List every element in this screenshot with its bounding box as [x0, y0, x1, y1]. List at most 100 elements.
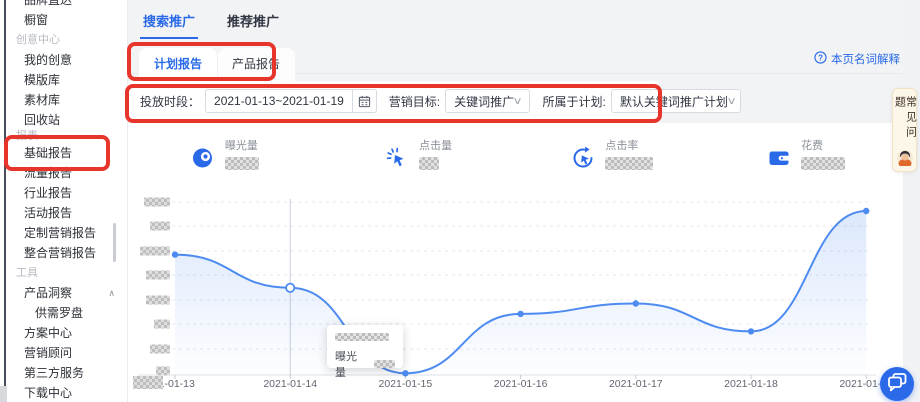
right-gutter [903, 0, 920, 402]
tooltip-date-blurred [335, 333, 389, 341]
app-window: 品牌直达橱窗创意中心我的创意模版库素材库回收站报表基础报告流量报告行业报告活动报… [0, 0, 920, 402]
sidebar-item-13[interactable]: 整合营销报告 [6, 243, 127, 263]
tab-product-report[interactable]: 产品报告 [217, 48, 295, 81]
support-avatar [897, 150, 913, 171]
y-tick-label-blurred [146, 271, 170, 280]
chart-dot [863, 208, 869, 214]
metric-value-blurred [605, 157, 653, 170]
sidebar-item-16[interactable]: 供需罗盘 [6, 303, 127, 323]
glossary-help-label: 本页名词解释 [831, 51, 900, 67]
chevron-down-icon: ∨ [726, 96, 736, 107]
sidebar-item-1[interactable]: 橱窗 [6, 10, 127, 30]
metric-value-blurred [419, 157, 439, 170]
y-tick-label-blurred [150, 345, 170, 354]
date-range-value: 2021-01-13~2021-01-19 [214, 94, 352, 108]
date-range-label: 投放时段： [140, 93, 200, 110]
sidebar-label: 素材库 [24, 93, 60, 107]
sidebar-label: 行业报告 [24, 186, 72, 200]
chat-bubble-button[interactable] [880, 367, 914, 401]
tooltip-value-blurred [374, 360, 395, 368]
tooltip-series-label: 曝光量 [335, 348, 366, 380]
sidebar-label: 工具 [16, 267, 38, 279]
sidebar-item-0[interactable]: 品牌直达 [6, 0, 127, 10]
sidebar-label: 我的创意 [24, 53, 72, 67]
sidebar-item-9[interactable]: 流量报告 [6, 163, 127, 183]
date-range-input[interactable]: 2021-01-13~2021-01-19 [205, 89, 377, 113]
chart-dot [172, 251, 178, 257]
chart-dot [402, 370, 408, 376]
x-tick-label: 2021-01-17 [609, 378, 663, 390]
sidebar-item-19[interactable]: 第三方服务 [6, 363, 127, 383]
campaign-label: 所属于计划: [542, 93, 605, 110]
faq-floating-button[interactable]: 常见问题 [892, 88, 917, 172]
sidebar-label: 报表 [16, 130, 38, 142]
metric-value-blurred [801, 157, 845, 170]
sidebar-section-7: 报表 [6, 130, 127, 143]
y-tick-label-blurred [154, 320, 170, 329]
sidebar-scrollbar[interactable] [113, 223, 116, 262]
campaign-select[interactable]: 默认关键词推广计划 ∨ [611, 89, 741, 113]
calendar-icon[interactable] [352, 90, 376, 112]
collapse-icon[interactable]: ∧ [108, 283, 115, 303]
sidebar-label: 模版库 [24, 73, 60, 87]
sidebar-nav: 品牌直达橱窗创意中心我的创意模版库素材库回收站报表基础报告流量报告行业报告活动报… [6, 0, 127, 402]
chat-bubble-icon [880, 365, 914, 402]
metric-card-3: 花费 [709, 128, 903, 170]
sidebar-item-8[interactable]: 基础报告 [6, 143, 127, 163]
metric-label: 曝光量 [225, 137, 259, 153]
metric-card-0: 曝光量 [128, 128, 322, 170]
tab-recommend-promotion[interactable]: 推荐推广 [224, 11, 282, 39]
question-circle-icon: ? [814, 51, 827, 67]
sidebar-label: 活动报告 [24, 206, 72, 220]
sidebar-label: 品牌直达 [24, 0, 72, 7]
marketing-goal-value: 关键词推广 [454, 93, 514, 110]
y-tick-label-blurred [156, 367, 170, 376]
sidebar-label: 整合营销报告 [24, 246, 96, 260]
marketing-goal-label: 营销目标: [389, 93, 440, 110]
sidebar-label: 方案中心 [24, 326, 72, 340]
y-tick-label-blurred [144, 198, 170, 207]
sidebar-label: 定制营销报告 [24, 226, 96, 240]
campaign-value: 默认关键词推广计划 [620, 93, 728, 110]
sidebar-item-12[interactable]: 定制营销报告 [6, 223, 127, 243]
sidebar-item-18[interactable]: 营销顾问 [6, 343, 127, 363]
metric-value-blurred [225, 157, 259, 170]
sidebar-item-10[interactable]: 行业报告 [6, 183, 127, 203]
metric-label: 花费 [801, 137, 845, 153]
sidebar-item-3[interactable]: 我的创意 [6, 50, 127, 70]
area-fill [175, 211, 866, 375]
chart-hover-dot [286, 284, 294, 292]
metric-card-1: 点击量 [322, 128, 516, 170]
ctr-icon [571, 146, 595, 170]
tab-plan-report[interactable]: 计划报告 [139, 48, 217, 81]
x-tick-label: 2021-01-16 [494, 378, 548, 390]
eye-icon [191, 146, 215, 170]
trend-chart[interactable]: 2021-01-132021-01-142021-01-152021-01-16… [128, 187, 903, 402]
glossary-help-link[interactable]: ? 本页名词解释 [814, 51, 900, 67]
report-tabs: 计划报告 产品报告 [139, 48, 295, 81]
left-panel-divider [4, 0, 6, 402]
chart-tooltip: 曝光量 [327, 325, 403, 368]
sidebar-label: 供需罗盘 [35, 306, 83, 320]
sidebar-item-6[interactable]: 回收站 [6, 110, 127, 130]
sidebar-item-20[interactable]: 下载中心 [6, 383, 127, 402]
sidebar-item-17[interactable]: 方案中心 [6, 323, 127, 343]
top-tab-bar: 搜索推广 推荐推广 [128, 0, 920, 43]
svg-text:?: ? [818, 53, 823, 62]
x-label-blur-patch [133, 376, 163, 389]
sidebar-label: 流量报告 [24, 166, 72, 180]
sidebar-item-4[interactable]: 模版库 [6, 70, 127, 90]
sidebar-label: 基础报告 [24, 146, 72, 160]
filter-bar: 投放时段： 2021-01-13~2021-01-19 营销目标: 关键词推广 … [128, 81, 658, 121]
sidebar-item-15[interactable]: 产品洞察∧ [6, 283, 127, 303]
y-tick-label-blurred [140, 247, 170, 256]
sidebar-item-5[interactable]: 素材库 [6, 90, 127, 110]
chart-dot [517, 311, 523, 317]
sidebar-label: 营销顾问 [24, 346, 72, 360]
marketing-goal-select[interactable]: 关键词推广 ∨ [445, 89, 530, 113]
sidebar: 品牌直达橱窗创意中心我的创意模版库素材库回收站报表基础报告流量报告行业报告活动报… [6, 0, 128, 402]
top-tabs: 搜索推广 推荐推广 [140, 11, 282, 39]
tab-search-promotion[interactable]: 搜索推广 [140, 11, 198, 39]
sidebar-item-11[interactable]: 活动报告 [6, 203, 127, 223]
chart-dot [748, 328, 754, 334]
